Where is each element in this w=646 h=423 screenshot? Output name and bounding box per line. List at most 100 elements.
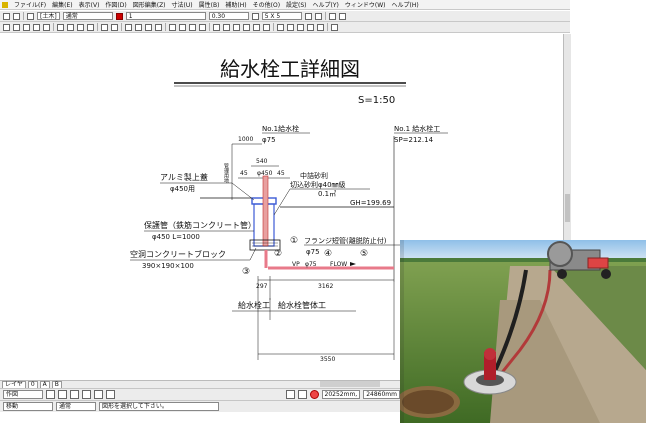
new-file-icon[interactable] — [57, 23, 64, 31]
scale-label: S=1:50 — [358, 95, 395, 106]
toolbar-tools — [0, 22, 570, 33]
vertical-scroll-thumb[interactable] — [565, 194, 570, 222]
align-top-icon[interactable] — [307, 23, 314, 31]
status-bar: 移動 通常 図形を選択して下さい。 — [0, 400, 400, 412]
paste-icon[interactable] — [111, 23, 118, 31]
sand-spec: 切込砂利φ40㎜級 — [290, 180, 346, 189]
flow-label: FLOW — [330, 261, 347, 268]
dim-3550: 3550 — [320, 356, 335, 363]
callout-4: ④ — [324, 249, 332, 259]
mirror-icon[interactable] — [145, 23, 152, 31]
arc-tool-icon[interactable] — [70, 390, 79, 399]
arc-icon[interactable] — [33, 23, 40, 31]
gh-label: GH=199.69 — [350, 199, 391, 207]
mode-select[interactable]: 作図 — [3, 390, 43, 399]
menu-other[interactable]: その他(O) — [253, 0, 280, 9]
line-tool-icon[interactable] — [46, 390, 55, 399]
snap-mode-select[interactable]: 移動 — [3, 402, 53, 411]
text-tool-icon[interactable] — [94, 390, 103, 399]
fillet-icon[interactable] — [189, 23, 196, 31]
copy-icon[interactable] — [101, 23, 108, 31]
menu-edit[interactable]: 編集(E) — [52, 0, 72, 9]
menu-window[interactable]: ウィンドウ(W) — [345, 0, 386, 9]
pen-icon[interactable] — [328, 12, 336, 20]
vp-label: VP — [292, 261, 300, 268]
menu-file[interactable]: ファイル(F) — [14, 0, 46, 9]
offset-icon[interactable] — [155, 23, 162, 31]
menu-attribute[interactable]: 属性(B) — [199, 0, 220, 9]
riser-pipe — [262, 175, 269, 247]
horizontal-scroll-thumb[interactable] — [320, 381, 380, 387]
linewidth-select[interactable]: 1 — [125, 12, 206, 20]
polyline-icon[interactable] — [23, 23, 30, 31]
redo-icon[interactable] — [13, 12, 20, 20]
field-photo-svg — [400, 240, 646, 423]
circle-tool-icon[interactable] — [82, 390, 91, 399]
field-photo — [400, 240, 646, 423]
dimension-icon[interactable] — [213, 23, 220, 31]
grid-icon[interactable] — [251, 12, 259, 20]
menu-help[interactable]: ヘルプ(H) — [392, 0, 419, 9]
trim-icon[interactable] — [169, 23, 176, 31]
line-mode-select[interactable]: 通常 — [56, 402, 96, 411]
text-icon[interactable] — [223, 23, 230, 31]
status-message: 図形を選択して下さい。 — [99, 402, 219, 411]
zoom-icon[interactable] — [314, 12, 322, 20]
select-icon[interactable] — [3, 23, 10, 31]
coord-y: 24860mm — [363, 390, 400, 399]
snap-point-icon[interactable] — [285, 390, 295, 399]
linetype-select[interactable]: 通常 — [62, 12, 113, 20]
chamfer-icon[interactable] — [199, 23, 206, 31]
color-icon[interactable] — [115, 12, 123, 20]
scale-select[interactable]: 0.30 — [208, 12, 249, 20]
hatch-icon[interactable] — [233, 23, 240, 31]
flange-label: フランジ短管(離脱防止付) — [304, 236, 387, 245]
save-icon[interactable] — [77, 23, 84, 31]
line-icon[interactable] — [13, 23, 20, 31]
rect-tool-icon[interactable] — [58, 390, 67, 399]
menu-dimension[interactable]: 寸法(U) — [172, 0, 193, 9]
menu-view[interactable]: 表示(V) — [79, 0, 100, 9]
move-icon[interactable] — [125, 23, 132, 31]
app-icon[interactable] — [2, 1, 8, 8]
circle-icon[interactable] — [43, 23, 50, 31]
bottom-right-label: 給水栓管体工 — [278, 300, 326, 310]
menu-help-y[interactable]: ヘルプ(Y) — [313, 0, 339, 9]
grid-select[interactable]: 5 X 5 — [261, 12, 302, 20]
extend-icon[interactable] — [179, 23, 186, 31]
menu-draw[interactable]: 作図(D) — [105, 0, 126, 9]
snap-icon[interactable] — [304, 12, 312, 20]
toolbar-attributes: [土木] 通常 1 0.30 5 X 5 — [0, 11, 570, 22]
flow-arrow — [350, 262, 356, 266]
bottom-left-label: 給水栓工 — [238, 300, 270, 310]
callout-3: ③ — [242, 267, 250, 277]
align-center-icon[interactable] — [287, 23, 294, 31]
callout-1: ① — [290, 236, 298, 246]
coord-x: 20252mm, — [321, 390, 361, 399]
layer-select[interactable]: [土木] — [37, 12, 60, 20]
measure-icon[interactable] — [243, 23, 250, 31]
no1-label: No.1給水栓 — [262, 124, 299, 133]
menu-bar: ファイル(F) 編集(E) 表示(V) 作図(D) 図形編集(Z) 寸法(U) … — [0, 0, 570, 10]
align-bottom-icon[interactable] — [317, 23, 324, 31]
print-icon[interactable] — [87, 23, 94, 31]
layer-icon[interactable] — [27, 12, 34, 20]
block-icon[interactable] — [253, 23, 260, 31]
close-icon[interactable] — [309, 390, 319, 399]
undo-icon[interactable] — [3, 12, 10, 20]
layer-manage-icon[interactable] — [263, 23, 270, 31]
align-right-icon[interactable] — [297, 23, 304, 31]
menu-settings[interactable]: 設定(S) — [286, 0, 307, 9]
menu-shape-edit[interactable]: 図形編集(Z) — [133, 0, 166, 9]
open-file-icon[interactable] — [67, 23, 74, 31]
menu-assist[interactable]: 補助(H) — [225, 0, 246, 9]
settings-icon[interactable] — [331, 23, 338, 31]
undo-tool-icon[interactable] — [106, 390, 115, 399]
snap-end-icon[interactable] — [297, 390, 307, 399]
layer-list-icon[interactable] — [338, 12, 346, 20]
no1-dia: φ75 — [262, 136, 276, 144]
no1-right-label: No.1 給水栓工 — [394, 124, 440, 133]
rotate-icon[interactable] — [135, 23, 142, 31]
protect-label: 保護管（鉄筋コンクリート管） — [144, 220, 256, 230]
align-left-icon[interactable] — [277, 23, 284, 31]
